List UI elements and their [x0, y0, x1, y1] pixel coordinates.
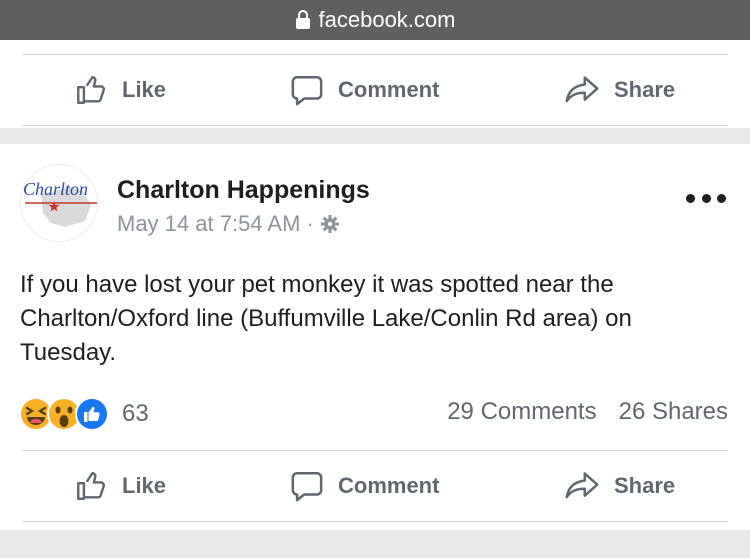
- post-text: If you have lost your pet monkey it was …: [20, 271, 632, 366]
- more-dot: [686, 193, 695, 203]
- previous-post-action-bar: Like Comment Share: [22, 54, 728, 126]
- post-stats: 29 Comments 26 Shares: [447, 398, 728, 426]
- comments-count-link[interactable]: 29 Comments: [447, 398, 596, 426]
- thumbs-up-icon: [77, 76, 105, 104]
- post-timestamp[interactable]: May 14 at 7:54 AM: [117, 211, 300, 237]
- post-separator: [0, 530, 750, 558]
- reaction-count: 63: [122, 400, 149, 427]
- comment-button[interactable]: Comment: [290, 451, 439, 521]
- page-avatar[interactable]: Charlton: [20, 164, 98, 242]
- like-reaction-icon: [75, 397, 109, 431]
- page-name-link[interactable]: Charlton Happenings: [117, 176, 370, 205]
- browser-url-bar[interactable]: facebook.com: [0, 0, 750, 40]
- comment-button[interactable]: Comment: [290, 55, 439, 125]
- comment-bubble-icon: [291, 471, 323, 502]
- comment-label: Comment: [338, 77, 440, 102]
- post-action-bar: Like Comment Share: [22, 450, 728, 522]
- post-meta: May 14 at 7:54 AM ·: [117, 211, 340, 237]
- like-button[interactable]: Like: [74, 451, 166, 521]
- like-button[interactable]: Like: [74, 55, 166, 125]
- reactions-summary[interactable]: 63: [18, 396, 149, 432]
- post-separator: [0, 128, 750, 144]
- comment-label: Comment: [338, 473, 440, 498]
- like-label: Like: [122, 473, 167, 498]
- more-dot: [717, 193, 726, 203]
- thumbs-up-icon: [77, 472, 105, 500]
- like-label: Like: [122, 77, 167, 102]
- charlton-logo-icon: Charlton: [23, 179, 97, 227]
- comment-bubble-icon: [291, 75, 323, 106]
- more-dot: [701, 193, 711, 203]
- share-label: Share: [614, 473, 676, 498]
- share-arrow-icon: [565, 76, 599, 103]
- share-button[interactable]: Share: [564, 55, 675, 125]
- url-text: facebook.com: [318, 7, 456, 32]
- svg-text:Charlton: Charlton: [23, 179, 88, 199]
- more-options-button[interactable]: [686, 188, 726, 208]
- shares-count-link[interactable]: 26 Shares: [619, 398, 728, 426]
- lock-icon: [295, 10, 310, 29]
- share-button[interactable]: Share: [564, 451, 675, 521]
- gear-icon: [320, 215, 339, 233]
- meta-separator: ·: [306, 211, 314, 236]
- share-label: Share: [614, 77, 676, 102]
- share-arrow-icon: [565, 472, 599, 499]
